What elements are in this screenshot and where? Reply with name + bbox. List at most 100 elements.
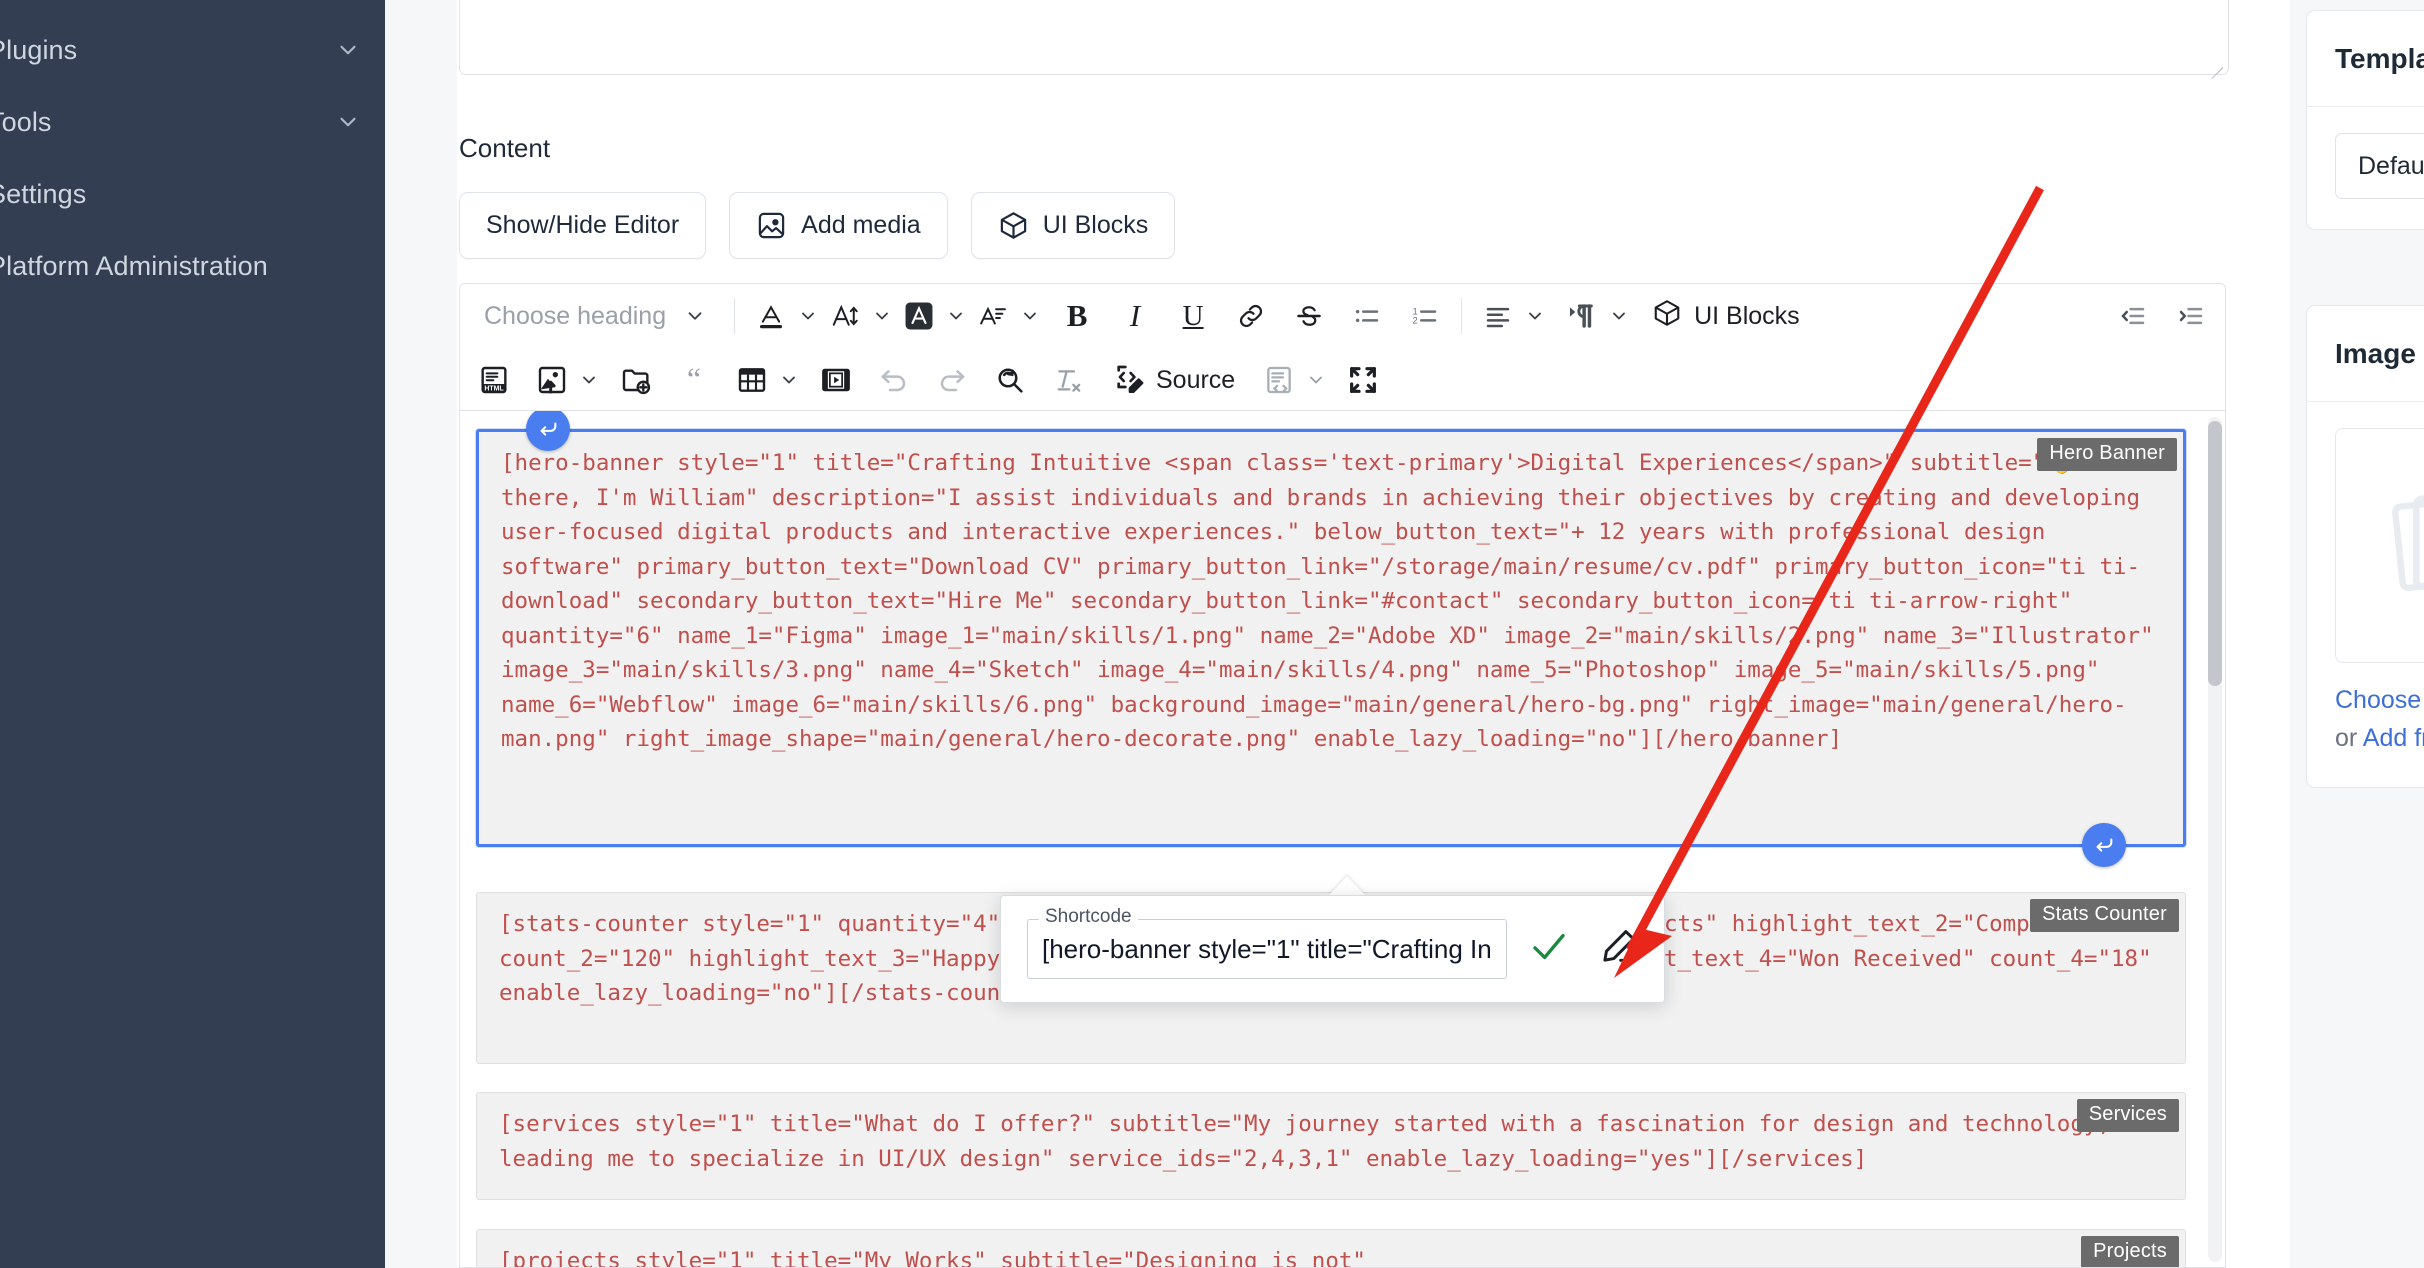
underline-icon[interactable]: U [1169, 292, 1217, 340]
shortcode-input[interactable]: [hero-banner style="1" title="Crafting I… [1027, 919, 1507, 979]
image-upload-icon[interactable] [528, 356, 576, 404]
redo-icon[interactable] [928, 356, 976, 404]
shortcode-text: [services style="1" title="What do I off… [499, 1111, 2111, 1172]
chevron-down-icon [335, 37, 361, 63]
sidebar: Plugins Tools Settings Platform Administ… [0, 0, 385, 1268]
sidebar-item-label: Plugins [0, 34, 78, 65]
source-editing-icon [1112, 361, 1144, 400]
or-label: or [2335, 724, 2363, 752]
add-media-button[interactable]: Add media [729, 192, 948, 259]
add-media-label: Add media [801, 211, 921, 239]
font-family-chevron-down-icon[interactable] [1017, 306, 1043, 326]
block-badge-projects: Projects [2081, 1236, 2179, 1267]
template-card: Template Default [2306, 10, 2424, 230]
ui-blocks-button[interactable]: UI Blocks [970, 192, 1176, 259]
editor-toolbar: Choose heading B I U 1 2 UI Blocks HTML … [459, 283, 2226, 411]
insert-paragraph-after-button[interactable] [2082, 823, 2126, 867]
show-hide-editor-button[interactable]: Show/Hide Editor [459, 192, 707, 259]
shortcode-accept-button[interactable] [1523, 919, 1576, 979]
strikethrough-icon[interactable] [1285, 292, 1333, 340]
table-icon[interactable] [728, 356, 776, 404]
text-direction-chevron-down-icon[interactable] [1606, 306, 1632, 326]
shortcode-block-projects[interactable]: [projects style="1" title="My Works" sub… [476, 1229, 2186, 1267]
font-background-color-icon[interactable] [895, 292, 943, 340]
check-icon [1528, 926, 1570, 973]
balloon-pointer [1328, 876, 1366, 896]
table-chevron-down-icon[interactable] [776, 370, 802, 390]
template-select[interactable]: Default [2335, 133, 2424, 199]
font-color-chevron-down-icon[interactable] [795, 306, 821, 326]
image-card-body: Choose image or Add from URL [2307, 402, 2424, 787]
chevron-down-icon [682, 305, 708, 327]
sidebar-item-platform-administration[interactable]: Platform Administration [0, 230, 385, 302]
shortcode-field-wrapper: Shortcode [hero-banner style="1" title="… [1027, 906, 1507, 979]
resize-grip-icon[interactable] [2205, 52, 2224, 80]
choose-image-link[interactable]: Choose image [2335, 686, 2424, 714]
heading-dropdown-label: Choose heading [484, 301, 667, 330]
undo-icon[interactable] [870, 356, 918, 404]
cube-icon [998, 210, 1029, 241]
italic-icon[interactable]: I [1111, 292, 1159, 340]
shortcode-edit-button[interactable] [1591, 919, 1644, 979]
font-size-chevron-down-icon[interactable] [869, 306, 895, 326]
bold-icon[interactable]: B [1053, 292, 1101, 340]
media-embed-icon[interactable] [812, 356, 860, 404]
heading-dropdown[interactable]: Choose heading [470, 292, 722, 340]
remove-format-icon[interactable] [1044, 356, 1092, 404]
shortcode-block-services[interactable]: [services style="1" title="What do I off… [476, 1092, 2186, 1200]
indent-icon[interactable] [2167, 292, 2215, 340]
sidebar-item-label: Settings [0, 178, 87, 209]
sidebar-gutter [385, 0, 457, 1268]
text-align-icon[interactable] [1474, 292, 1522, 340]
font-color-icon[interactable] [747, 292, 795, 340]
source-editing-label: Source [1156, 365, 1236, 394]
show-hide-editor-label: Show/Hide Editor [486, 211, 680, 239]
html-snippet-chevron-down-icon[interactable] [1303, 370, 1329, 390]
template-card-body: Default [2307, 107, 2424, 229]
source-editing-button[interactable]: Source [1102, 356, 1245, 404]
toolbar-row-1: Choose heading B I U 1 2 UI Blocks [460, 284, 2225, 348]
block-quote-icon[interactable]: “ [670, 356, 718, 404]
html-snippet-icon[interactable] [1255, 356, 1303, 404]
toolbar-row-2: HTML “ Source [460, 348, 2225, 412]
shortcode-text: [hero-banner style="1" title="Crafting I… [501, 450, 2154, 752]
bulleted-list-icon[interactable] [1343, 292, 1391, 340]
font-family-icon[interactable] [969, 292, 1017, 340]
find-replace-icon[interactable] [986, 356, 1034, 404]
image-upload-chevron-down-icon[interactable] [576, 370, 602, 390]
add-from-url-link[interactable]: Add from URL [2363, 724, 2424, 752]
image-dropzone[interactable] [2335, 428, 2424, 663]
numbered-list-icon[interactable]: 12 [1401, 292, 1449, 340]
sidebar-item-plugins[interactable]: Plugins [0, 14, 385, 86]
outdent-icon[interactable] [2109, 292, 2157, 340]
toolbar-separator [734, 298, 736, 334]
link-icon[interactable] [1227, 292, 1275, 340]
text-align-chevron-down-icon[interactable] [1522, 306, 1548, 326]
block-badge-services: Services [2076, 1099, 2179, 1132]
text-direction-icon[interactable] [1558, 292, 1606, 340]
sidebar-item-settings[interactable]: Settings [0, 158, 385, 230]
html-embed-icon[interactable]: HTML [470, 356, 518, 404]
svg-text:2: 2 [1413, 316, 1418, 326]
svg-text:“: “ [687, 364, 701, 396]
excerpt-textarea[interactable] [459, 0, 2229, 80]
sidebar-item-tools[interactable]: Tools [0, 86, 385, 158]
image-card-title: Image [2307, 306, 2424, 402]
editor-content-area[interactable]: [hero-banner style="1" title="Crafting I… [459, 411, 2226, 1268]
sidebar-item-label: Platform Administration [0, 250, 268, 281]
font-size-icon[interactable] [821, 292, 869, 340]
toolbar-ui-blocks-button[interactable]: UI Blocks [1642, 292, 1810, 340]
file-add-icon[interactable] [612, 356, 660, 404]
main-content: Content Show/Hide Editor Add media UI Bl… [457, 0, 2290, 1268]
right-sidebar: Template Default Image [2290, 0, 2424, 1268]
editor-action-buttons: Show/Hide Editor Add media UI Blocks [459, 192, 1176, 259]
sidebar-item-label: Tools [0, 106, 52, 137]
shortcode-balloon-panel: Shortcode [hero-banner style="1" title="… [1000, 895, 1665, 1003]
shortcode-input-value: [hero-banner style="1" title="Crafting I… [1042, 933, 1492, 964]
fullscreen-icon[interactable] [1339, 356, 1387, 404]
font-background-chevron-down-icon[interactable] [943, 306, 969, 326]
ui-blocks-label: UI Blocks [1042, 211, 1149, 239]
shortcode-block-hero-banner[interactable]: [hero-banner style="1" title="Crafting I… [476, 429, 2186, 847]
editor-scrollbar-thumb[interactable] [2208, 421, 2222, 686]
image-card: Image Choose image or A [2306, 305, 2424, 788]
